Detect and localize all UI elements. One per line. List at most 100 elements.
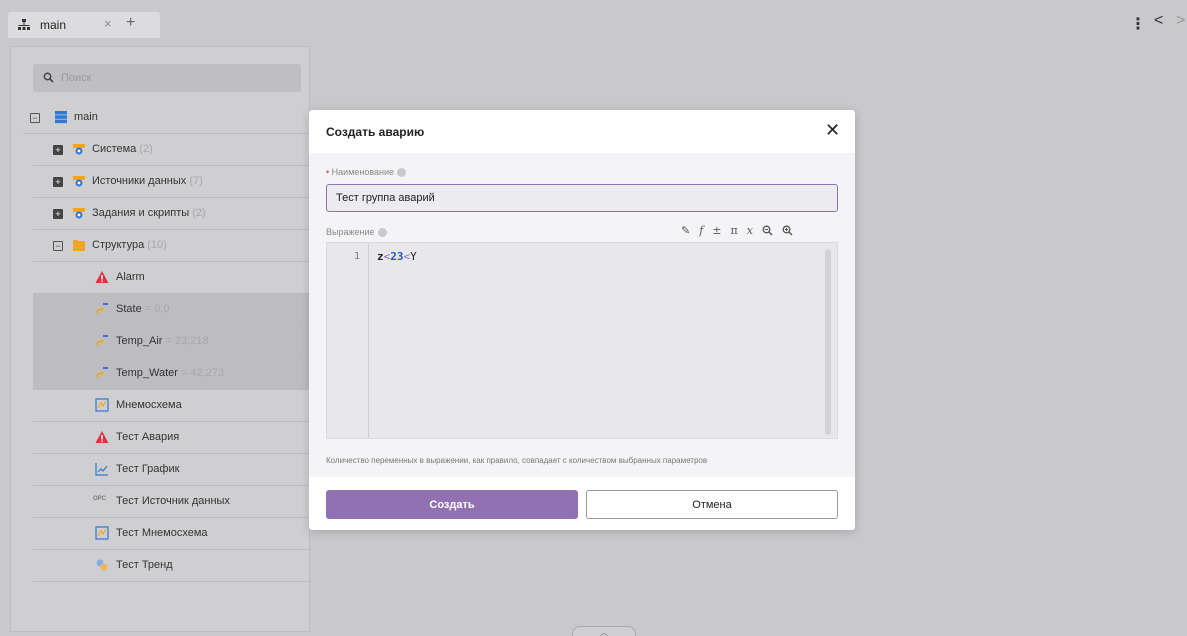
mnemoscheme-icon bbox=[95, 398, 109, 412]
trend-icon bbox=[96, 559, 108, 571]
dialog-body: • Наименование Выражение ✎ f ± π x 1 bbox=[309, 153, 855, 477]
database-icon bbox=[55, 111, 67, 124]
folder-gear-icon bbox=[73, 208, 85, 219]
expression-field-label: Выражение bbox=[326, 227, 387, 238]
tree-item-tasks-scripts[interactable]: + Задания и скрипты (2) bbox=[33, 198, 311, 230]
tab-bar: main × + ⋮ < > bbox=[0, 0, 1187, 46]
help-icon[interactable] bbox=[397, 168, 407, 178]
tag-variable-icon bbox=[95, 303, 108, 314]
expand-icon[interactable]: + bbox=[53, 177, 63, 187]
tab-main[interactable]: main × + bbox=[8, 12, 160, 38]
tree-item-count: (2) bbox=[139, 143, 153, 155]
magic-wand-icon[interactable]: ✎ bbox=[681, 224, 690, 237]
kebab-menu-icon[interactable]: ⋮ bbox=[1130, 14, 1146, 34]
tree-child-test-mnemoscheme[interactable]: Тест Мнемосхема bbox=[33, 518, 311, 550]
tree-root-main[interactable]: − main bbox=[23, 102, 311, 134]
tree-child-label: Тест Мнемосхема bbox=[116, 527, 208, 539]
chevron-right-icon[interactable]: > bbox=[1176, 12, 1185, 30]
close-icon[interactable]: ✕ bbox=[825, 120, 840, 141]
tree-child-alarm[interactable]: Alarm bbox=[33, 262, 311, 294]
tab-title: main bbox=[40, 18, 67, 32]
tree-root-label: main bbox=[74, 111, 98, 123]
add-tab-icon[interactable]: + bbox=[126, 14, 135, 32]
line-gutter: 1 bbox=[327, 243, 369, 438]
name-input[interactable] bbox=[326, 184, 838, 212]
tree-item-label: Структура bbox=[92, 239, 145, 251]
tree-child-temp-water[interactable]: Temp_Water = 42,273 bbox=[33, 358, 311, 390]
tree-child-value: = 42,273 bbox=[181, 367, 225, 379]
folder-gear-icon bbox=[73, 144, 85, 155]
plus-minus-icon[interactable]: ± bbox=[712, 224, 721, 237]
cancel-button[interactable]: Отмена bbox=[586, 490, 838, 519]
tree-panel: − main + Система (2) + Источники данных … bbox=[10, 46, 311, 632]
dialog-header: Создать аварию ✕ bbox=[309, 110, 855, 152]
tree-item-count: (10) bbox=[147, 239, 167, 251]
alarm-triangle-icon bbox=[95, 431, 109, 443]
pi-icon[interactable]: π bbox=[731, 224, 738, 237]
expand-icon[interactable]: + bbox=[53, 145, 63, 155]
folder-icon bbox=[73, 240, 85, 251]
tree-child-test-alarm[interactable]: Тест Авария bbox=[33, 422, 311, 454]
expression-editor[interactable]: 1 z<23<Y bbox=[326, 242, 838, 439]
tree-child-mnemoscheme[interactable]: Мнемосхема bbox=[33, 390, 311, 422]
tag-variable-icon bbox=[95, 367, 108, 378]
expression-code[interactable]: z<23<Y bbox=[377, 250, 417, 263]
editor-scrollbar[interactable] bbox=[825, 249, 831, 435]
tree-item-label: Система bbox=[92, 143, 137, 155]
tree-item-count: (7) bbox=[189, 175, 203, 187]
tree-child-label: Тест График bbox=[116, 463, 180, 475]
tree-child-label: Тест Авария bbox=[116, 431, 180, 443]
tree-child-label: Тест Тренд bbox=[116, 559, 173, 571]
line-number: 1 bbox=[353, 251, 360, 262]
search-box bbox=[33, 64, 301, 92]
tree-child-label: State bbox=[116, 303, 142, 315]
zoom-in-icon[interactable] bbox=[782, 225, 793, 236]
bottom-panel-handle[interactable]: ︿ bbox=[572, 626, 636, 636]
tree-child-label: Temp_Water bbox=[116, 367, 178, 379]
expression-toolbar: ✎ f ± π x bbox=[681, 223, 793, 237]
tree-child-test-chart[interactable]: Тест График bbox=[33, 454, 311, 486]
tree-child-label: Мнемосхема bbox=[116, 399, 182, 411]
chevron-left-icon[interactable]: < bbox=[1154, 12, 1163, 30]
tree-child-state[interactable]: State = 0,0 bbox=[33, 294, 311, 326]
collapse-icon[interactable]: − bbox=[53, 241, 63, 251]
tree-child-value: = 0,0 bbox=[144, 303, 170, 315]
create-alarm-dialog: Создать аварию ✕ • Наименование Выражени… bbox=[309, 110, 855, 530]
tree-child-test-trend[interactable]: Тест Тренд bbox=[33, 550, 311, 582]
tree-item-structure[interactable]: − Структура (10) bbox=[33, 230, 311, 262]
search-input[interactable] bbox=[61, 68, 291, 88]
required-mark: • bbox=[326, 167, 330, 177]
zoom-out-icon[interactable] bbox=[762, 225, 773, 236]
tab-close-icon[interactable]: × bbox=[104, 16, 112, 31]
name-label-text: Наименование bbox=[331, 167, 395, 177]
name-field-label: • Наименование bbox=[326, 167, 407, 178]
tree-item-count: (2) bbox=[192, 207, 206, 219]
line-chart-icon bbox=[95, 463, 108, 476]
create-button[interactable]: Создать bbox=[326, 490, 578, 519]
code-token: z bbox=[377, 250, 384, 263]
expression-label-text: Выражение bbox=[326, 227, 375, 237]
code-token: Y bbox=[410, 250, 417, 263]
tree-child-label: Temp_Air bbox=[116, 335, 163, 347]
tree-item-label: Задания и скрипты bbox=[92, 207, 190, 219]
code-number: 23 bbox=[390, 250, 404, 263]
function-icon[interactable]: f bbox=[699, 224, 703, 237]
tree-child-label: Alarm bbox=[116, 271, 145, 283]
hierarchy-icon bbox=[18, 19, 30, 30]
tag-variable-icon bbox=[95, 335, 108, 346]
tree-item-data-sources[interactable]: + Источники данных (7) bbox=[33, 166, 311, 198]
mnemoscheme-icon bbox=[95, 526, 109, 540]
alarm-triangle-icon bbox=[95, 271, 109, 283]
tree-child-label: Тест Источник данных bbox=[116, 495, 230, 507]
tree-item-system[interactable]: + Система (2) bbox=[33, 134, 311, 166]
help-icon[interactable] bbox=[377, 228, 387, 238]
variable-icon[interactable]: x bbox=[747, 224, 753, 237]
dialog-title: Создать аварию bbox=[326, 125, 425, 139]
tree-item-label: Источники данных bbox=[92, 175, 187, 187]
expand-icon[interactable]: + bbox=[53, 209, 63, 219]
tree-child-temp-air[interactable]: Temp_Air = 23,218 bbox=[33, 326, 311, 358]
collapse-icon[interactable]: − bbox=[30, 113, 40, 123]
folder-gear-icon bbox=[73, 176, 85, 187]
tree-child-test-datasource[interactable]: OPC Тест Источник данных bbox=[33, 486, 311, 518]
tree-child-value: = 23,218 bbox=[165, 335, 209, 347]
